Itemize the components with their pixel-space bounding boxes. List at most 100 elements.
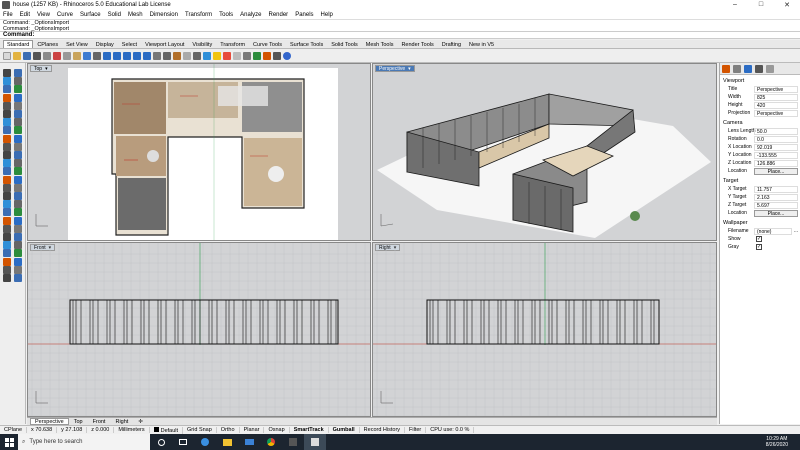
- tool-icon[interactable]: [3, 208, 11, 217]
- x-location-field[interactable]: 92.019: [754, 143, 798, 151]
- z-location-field[interactable]: 126.886: [754, 159, 798, 167]
- taskbar-search-box[interactable]: ⌕ Type here to search: [18, 434, 150, 450]
- viewport-tab-perspective[interactable]: Perspective: [30, 418, 69, 425]
- cplane-icon[interactable]: [163, 51, 171, 60]
- tool-icon[interactable]: [3, 110, 11, 118]
- z-target-field[interactable]: 5.697: [754, 201, 798, 209]
- menu-help[interactable]: Help: [321, 12, 333, 18]
- command-prompt[interactable]: Command:: [0, 31, 800, 39]
- y-target-field[interactable]: 2.163: [754, 193, 798, 201]
- target-place-button[interactable]: Place...: [754, 209, 798, 217]
- tool-icon[interactable]: [14, 249, 22, 258]
- maximize-button[interactable]: □: [748, 1, 774, 9]
- viewport-tab-top[interactable]: Top: [69, 418, 88, 425]
- rotation-field[interactable]: 0.0: [754, 135, 798, 143]
- tool-icon[interactable]: [3, 200, 11, 209]
- title-field[interactable]: Perspective: [754, 85, 798, 93]
- tool-icon[interactable]: [3, 233, 11, 241]
- show-checkbox[interactable]: ✓: [756, 236, 762, 242]
- select-icon[interactable]: [173, 51, 181, 60]
- tool-icon[interactable]: [14, 274, 22, 282]
- app-button[interactable]: [282, 434, 304, 450]
- chrome-button[interactable]: [260, 434, 282, 450]
- close-button[interactable]: ✕: [774, 1, 800, 9]
- open-file-icon[interactable]: [13, 51, 21, 60]
- tool-icon[interactable]: [3, 249, 11, 258]
- tool-icon[interactable]: [3, 142, 11, 151]
- undo-icon[interactable]: [83, 51, 91, 60]
- tool-icon[interactable]: [14, 85, 22, 94]
- tab-curve-tools[interactable]: Curve Tools: [249, 40, 286, 48]
- tab-drafting[interactable]: Drafting: [438, 40, 465, 48]
- tab-viewport-layout[interactable]: Viewport Layout: [141, 40, 188, 48]
- panel-menu-icon[interactable]: [766, 64, 774, 73]
- tool-icon[interactable]: [14, 216, 22, 225]
- rendered-icon[interactable]: [203, 51, 211, 60]
- tool-icon[interactable]: [3, 118, 11, 127]
- menu-analyze[interactable]: Analyze: [240, 12, 261, 18]
- tool-icon[interactable]: [14, 265, 22, 274]
- rhino-taskbar-button[interactable]: [304, 434, 326, 450]
- tool-icon[interactable]: [3, 101, 11, 110]
- menu-render[interactable]: Render: [269, 12, 289, 18]
- layers-tab-icon[interactable]: [733, 64, 741, 73]
- tool-icon[interactable]: [14, 69, 22, 77]
- add-viewport-tab-button[interactable]: ✛: [133, 418, 148, 425]
- viewport-perspective[interactable]: Perspective ▾: [372, 63, 717, 241]
- save-icon[interactable]: [23, 51, 31, 60]
- viewport-tab-front[interactable]: Front: [88, 418, 111, 425]
- material-icon[interactable]: [253, 51, 261, 60]
- tool-icon[interactable]: [3, 224, 11, 233]
- tool-icon[interactable]: [3, 241, 11, 250]
- menu-tools[interactable]: Tools: [219, 12, 233, 18]
- options-icon[interactable]: [273, 51, 281, 60]
- tool-icon[interactable]: [14, 175, 22, 184]
- osnap-icon[interactable]: [243, 51, 251, 60]
- tool-icon[interactable]: [3, 93, 11, 102]
- tool-icon[interactable]: [3, 257, 11, 266]
- tool-icon[interactable]: [3, 85, 11, 94]
- tab-mesh-tools[interactable]: Mesh Tools: [362, 40, 398, 48]
- units-label[interactable]: Millimeters: [114, 427, 150, 433]
- mail-button[interactable]: [238, 434, 260, 450]
- tool-icon[interactable]: [14, 233, 22, 241]
- viewport-right[interactable]: Right▾: [372, 242, 717, 417]
- system-clock[interactable]: 10:29 AM 8/26/2020: [766, 436, 788, 448]
- width-field[interactable]: 825: [754, 93, 798, 101]
- menu-file[interactable]: File: [3, 12, 13, 18]
- tool-icon[interactable]: [3, 134, 11, 143]
- tab-solid-tools[interactable]: Solid Tools: [327, 40, 362, 48]
- tool-icon[interactable]: [14, 77, 22, 86]
- ortho-toggle[interactable]: Ortho: [217, 427, 240, 433]
- smarttrack-toggle[interactable]: SmartTrack: [290, 427, 329, 433]
- grid-snap-toggle[interactable]: Grid Snap: [183, 427, 217, 433]
- display-tab-icon[interactable]: [744, 64, 752, 73]
- pan-icon[interactable]: [93, 51, 101, 60]
- projection-select[interactable]: Perspective: [754, 109, 798, 117]
- zoom-window-icon[interactable]: [123, 51, 131, 60]
- tool-icon[interactable]: [3, 77, 11, 86]
- tool-icon[interactable]: [3, 192, 11, 200]
- tool-icon[interactable]: [3, 159, 11, 168]
- tool-icon[interactable]: [14, 118, 22, 127]
- menu-dimension[interactable]: Dimension: [150, 12, 178, 18]
- lens-length-field[interactable]: 50.0: [754, 127, 798, 135]
- tab-surface-tools[interactable]: Surface Tools: [286, 40, 327, 48]
- lights-icon[interactable]: [223, 51, 231, 60]
- tool-icon[interactable]: [14, 241, 22, 250]
- tool-icon[interactable]: [14, 208, 22, 217]
- help-tab-icon[interactable]: [755, 64, 763, 73]
- layer-selector[interactable]: Default: [150, 426, 184, 434]
- tool-icon[interactable]: [3, 183, 11, 192]
- gumball-toggle[interactable]: Gumball: [329, 427, 360, 433]
- tool-icon[interactable]: [14, 192, 22, 200]
- menu-transform[interactable]: Transform: [185, 12, 212, 18]
- tool-icon[interactable]: [14, 167, 22, 176]
- tab-standard[interactable]: Standard: [3, 40, 34, 48]
- viewport-front[interactable]: Front▾: [27, 242, 371, 417]
- tool-icon[interactable]: [3, 265, 11, 274]
- render-icon[interactable]: [263, 51, 271, 60]
- menu-surface[interactable]: Surface: [80, 12, 101, 18]
- object-props-icon[interactable]: [233, 51, 241, 60]
- planar-toggle[interactable]: Planar: [240, 427, 265, 433]
